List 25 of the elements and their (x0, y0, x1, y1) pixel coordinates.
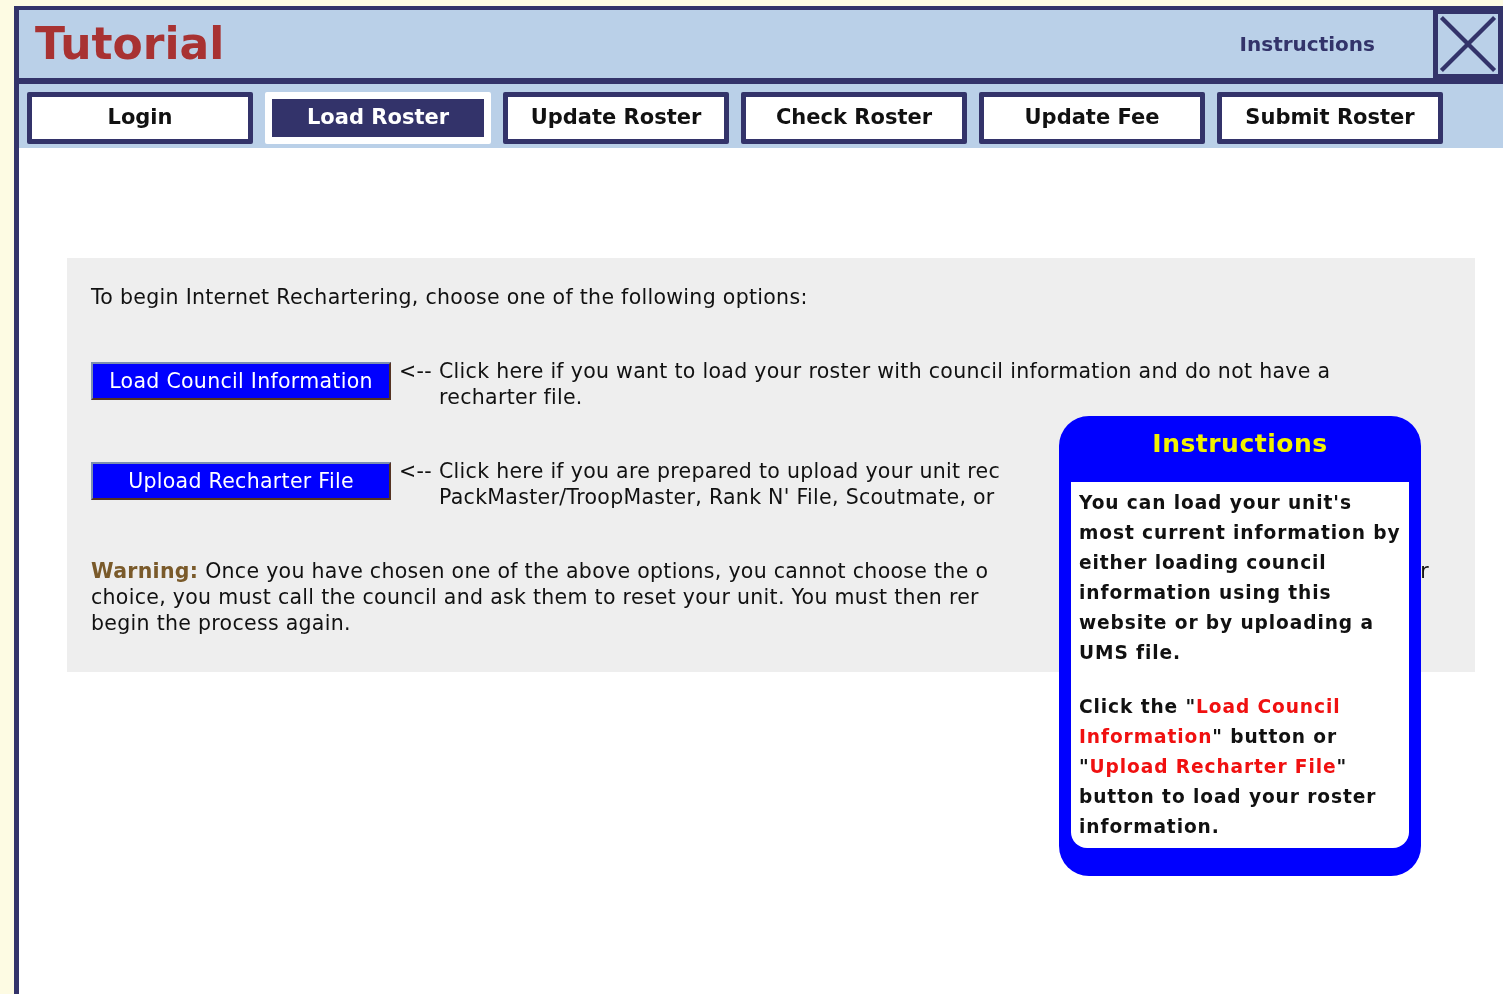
tab[interactable]: Update Roster (503, 92, 729, 144)
arrow-text: <-- (398, 358, 433, 384)
instructions-text: Click the "Load Council Information" button or "Upload Recharter File" button to load your roster information. (1079, 695, 1378, 839)
warning-text: begin the process again. (91, 610, 351, 636)
description-text: PackMaster/TroopMaster, Rank N' File, Scoutmate, or (439, 484, 996, 510)
tab[interactable]: Check Roster (741, 92, 967, 144)
tab[interactable]: Submit Roster (1217, 92, 1443, 144)
popup-title: Instructions (1151, 428, 1329, 460)
instructions-text: You can load your unit's most current information by either loading council information using this website or by uploading a UMS file. (1079, 491, 1402, 665)
description-text: recharter file. (439, 384, 584, 410)
warning-text: choice, you must call the council and ask them to reset your unit. You must then rer (91, 584, 979, 610)
warning-text: r (1420, 558, 1429, 584)
option-button[interactable]: Upload Recharter File (91, 462, 391, 500)
tab[interactable]: Load Roster (265, 92, 491, 144)
close-icon[interactable] (1433, 9, 1503, 79)
tab[interactable]: Update Fee (979, 92, 1205, 144)
option-button[interactable]: Load Council Information (91, 362, 391, 400)
instructions-link[interactable]: Instructions (1239, 29, 1375, 59)
description-text: Click here if you are prepared to upload your unit rec (439, 458, 1000, 484)
description-text: Click here if you want to load your roster with council information and do not have a (439, 358, 1331, 384)
tab[interactable]: Login (27, 92, 253, 144)
arrow-text: <-- (398, 458, 433, 484)
intro-text: To begin Internet Rechartering, choose one of the following options: (91, 284, 809, 310)
warning-text: Warning: Once you have chosen one of the above options, you cannot choose the o (91, 558, 989, 584)
page-title: Tutorial (35, 22, 226, 66)
